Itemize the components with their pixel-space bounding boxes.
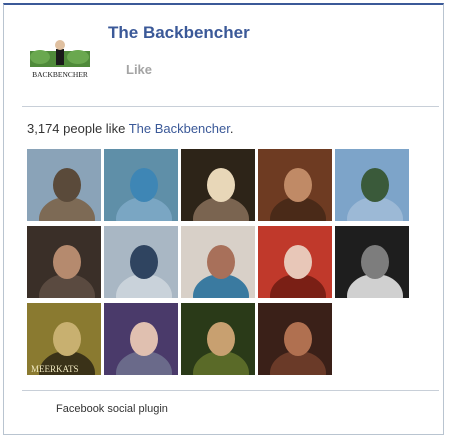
footer-divider [22, 390, 439, 391]
social-plugin-footer[interactable]: Facebook social plugin [56, 403, 168, 415]
fan-photo[interactable] [181, 303, 255, 375]
header-divider [22, 106, 439, 107]
fan-photo[interactable] [104, 226, 178, 298]
fan-photo[interactable] [258, 149, 332, 221]
page-logo[interactable]: BACKBENCHER [26, 37, 94, 79]
like-button[interactable]: Like [126, 62, 152, 77]
fan-count-text: 3,174 people like [27, 121, 129, 136]
fan-photo[interactable] [104, 149, 178, 221]
fan-photo[interactable] [335, 149, 409, 221]
like-box-header: BACKBENCHER The Backbencher Like [4, 5, 443, 103]
fan-photo[interactable] [27, 226, 101, 298]
fan-photo[interactable] [258, 303, 332, 375]
page-name-link[interactable]: The Backbencher [108, 23, 250, 43]
fan-count-suffix: . [229, 121, 234, 136]
fan-count-page-link[interactable]: The Backbencher [129, 121, 230, 136]
like-box: BACKBENCHER The Backbencher Like 3,174 p… [3, 3, 444, 435]
fan-photo[interactable] [27, 149, 101, 221]
fan-photo[interactable] [258, 226, 332, 298]
fan-photo[interactable] [181, 149, 255, 221]
fan-photo[interactable] [335, 226, 409, 298]
meerkats-caption: MEERKATS [31, 364, 79, 374]
fan-photo[interactable] [104, 303, 178, 375]
svg-text:BACKBENCHER: BACKBENCHER [32, 70, 88, 79]
fan-photo[interactable] [181, 226, 255, 298]
fan-photo[interactable]: MEERKATS [27, 303, 101, 375]
fan-count: 3,174 people like The Backbencher. [27, 121, 234, 136]
